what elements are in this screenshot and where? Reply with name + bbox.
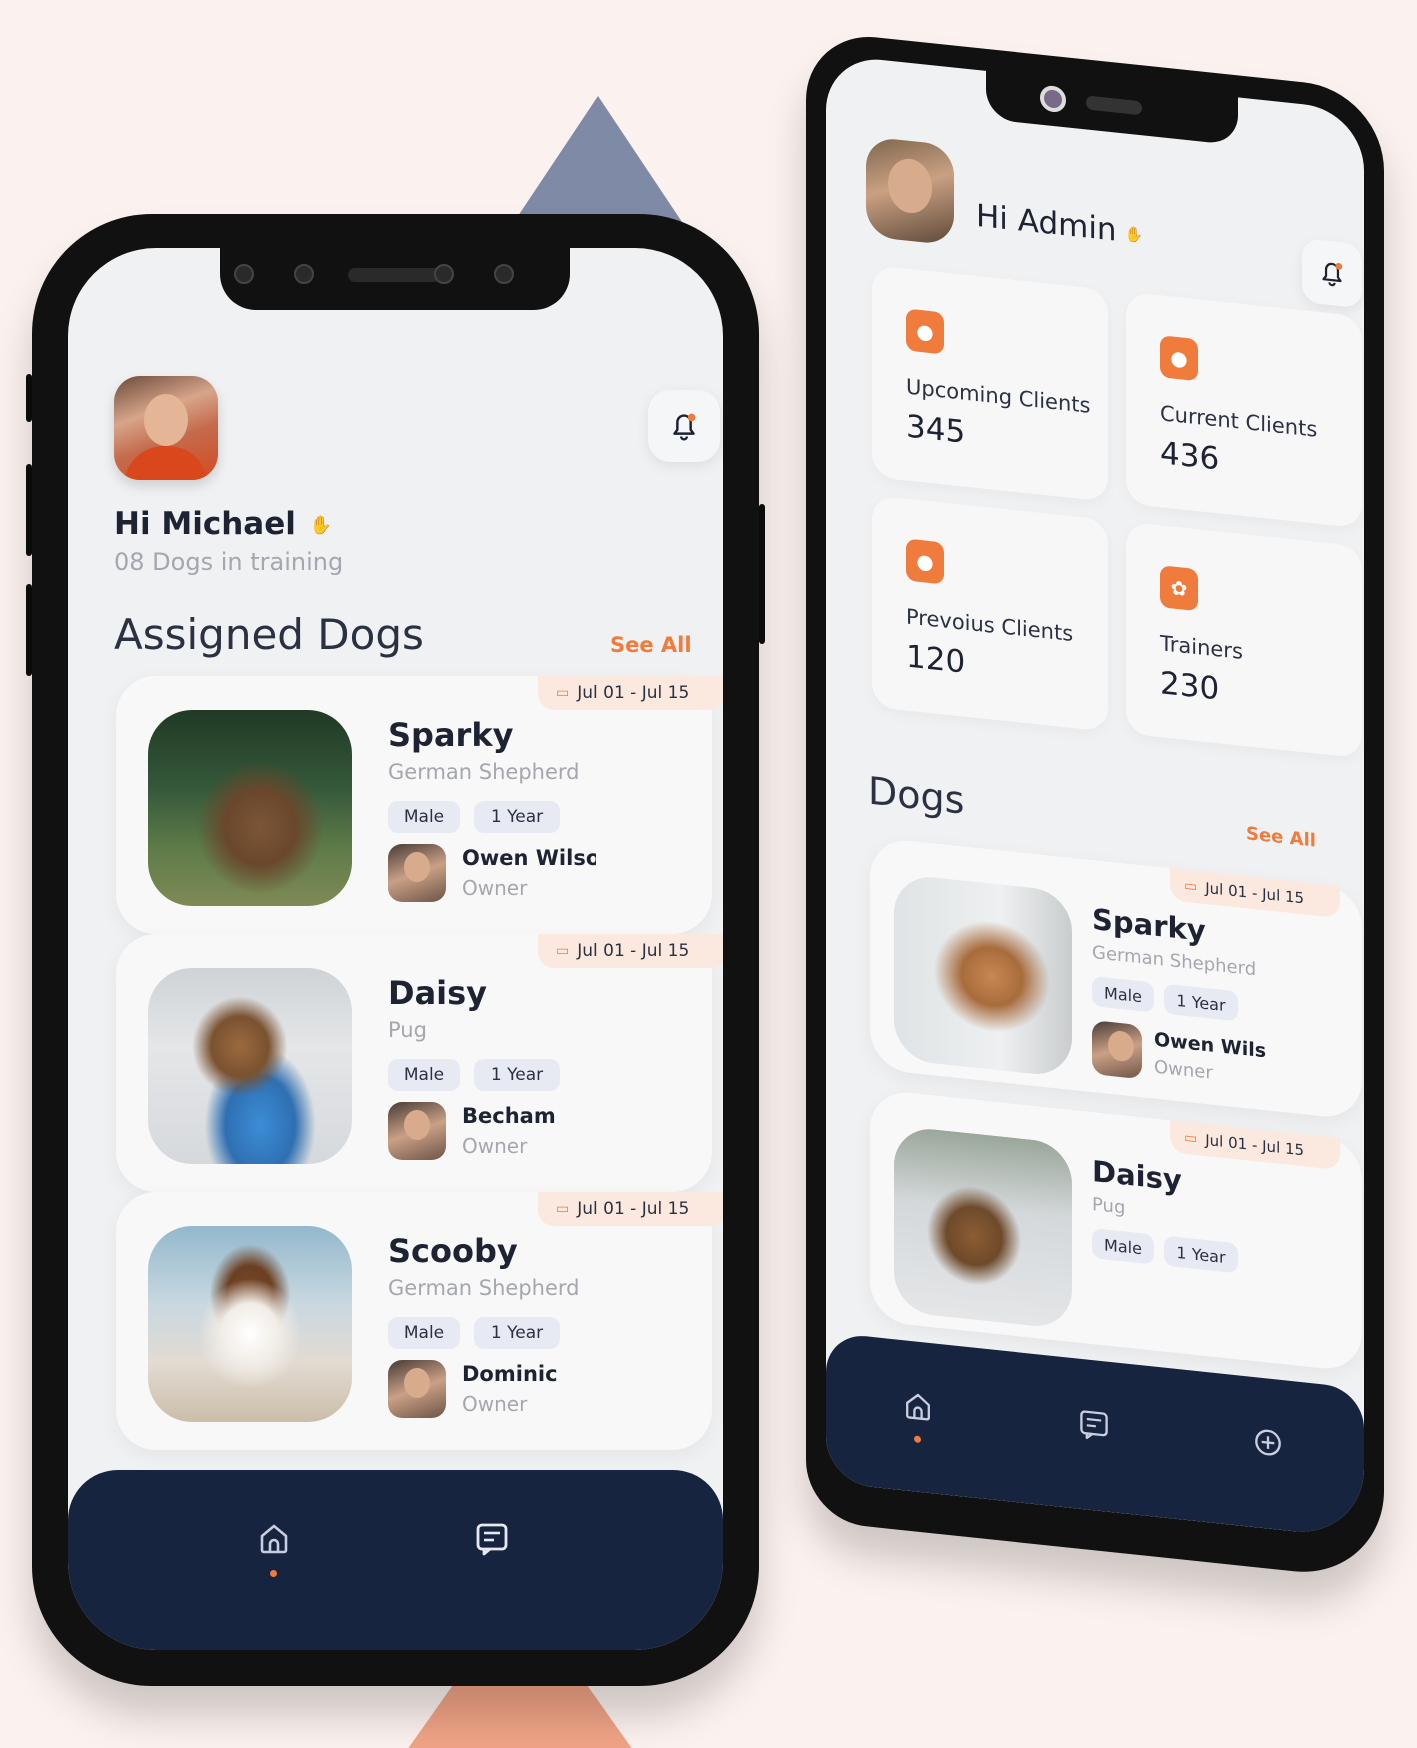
paw-icon: ✿ (1160, 565, 1198, 612)
dog-breed: German Shepherd (388, 760, 580, 784)
age-chip: 1 Year (1164, 1235, 1238, 1274)
gender-chip: Male (1092, 976, 1154, 1013)
side-button (26, 374, 32, 422)
stat-card-upcoming-clients[interactable]: ● Upcoming Clients 345 (872, 264, 1108, 502)
age-chip: 1 Year (474, 1059, 560, 1091)
stat-value: 345 (906, 408, 966, 451)
dog-photo (148, 968, 352, 1164)
avatar[interactable] (114, 376, 218, 480)
power-button (759, 504, 765, 644)
calendar-icon: ▭ (1184, 1129, 1198, 1148)
dog-photo (894, 873, 1072, 1078)
stat-label: Trainers (1160, 631, 1243, 664)
date-range-badge: ▭ Jul 01 - Jul 15 (538, 1192, 723, 1226)
dog-name: Daisy (388, 974, 488, 1012)
dog-card[interactable]: ▭ Jul 01 - Jul 15 Daisy Pug Male 1 Year (870, 1088, 1362, 1373)
stat-card-trainers[interactable]: ✿ Trainers 230 (1126, 521, 1362, 759)
owner-role: Owner (462, 876, 528, 900)
phone-notch (220, 244, 570, 310)
owner-role: Owner (462, 1134, 528, 1158)
side-button (26, 584, 32, 676)
owner-name: Owen Wilson (1154, 1028, 1266, 1063)
person-icon: ● (906, 538, 944, 585)
calendar-icon: ▭ (1184, 877, 1198, 896)
dogs-in-training-count: 08 Dogs in training (114, 548, 344, 576)
dog-name: Daisy (1092, 1154, 1182, 1198)
bottom-navigation (68, 1470, 723, 1650)
section-title: Dogs (868, 768, 965, 823)
active-indicator (270, 1570, 277, 1577)
notification-button[interactable] (1302, 238, 1362, 309)
dog-photo (148, 1226, 352, 1422)
wave-icon: ✋ (309, 515, 333, 536)
dog-card[interactable]: ▭ Jul 01 - Jul 15 Daisy Pug Male 1 Year B… (116, 934, 723, 1192)
section-title: Assigned Dogs (114, 610, 424, 659)
dog-card[interactable]: ▭ Jul 01 - Jul 15 Sparky German Shepherd … (870, 836, 1362, 1121)
dog-breed: German Shepherd (388, 1276, 580, 1300)
owner-role: Owner (462, 1392, 528, 1416)
home-icon[interactable] (254, 1518, 294, 1558)
dog-name: Scooby (388, 1232, 518, 1270)
dog-photo (148, 710, 352, 906)
owner-role: Owner (1154, 1056, 1213, 1084)
age-chip: 1 Year (1164, 983, 1238, 1022)
age-chip: 1 Year (474, 1317, 560, 1349)
stat-label: Current Clients (1160, 401, 1318, 442)
stat-value: 436 (1160, 435, 1220, 478)
greeting: Hi Admin ✋ (976, 197, 1144, 249)
date-range-badge: ▭ Jul 01 - Jul 15 (1170, 1120, 1340, 1171)
gender-chip: Male (1092, 1228, 1154, 1265)
phone-admin: Hi Admin ✋ ● Upcoming Clients 345 ● Curre… (806, 30, 1384, 1581)
dog-card[interactable]: ▭ Jul 01 - Jul 15 Sparky German Shepherd … (116, 676, 723, 934)
stat-value: 230 (1160, 665, 1220, 708)
dog-name: Sparky (388, 716, 514, 754)
see-all-link[interactable]: See All (1246, 823, 1316, 851)
bell-icon (673, 413, 696, 441)
stat-card-current-clients[interactable]: ● Current Clients 436 (1126, 291, 1362, 529)
phone-trainer: Hi Michael ✋ 08 Dogs in training Assigned… (26, 214, 765, 1686)
owner-name: Owen Wilson (462, 846, 596, 870)
date-range-badge: ▭ Jul 01 - Jul 15 (538, 934, 723, 968)
gender-chip: Male (388, 1317, 460, 1349)
stat-card-previous-clients[interactable]: ● Prevoius Clients 120 (872, 494, 1108, 732)
chat-icon[interactable] (1076, 1404, 1112, 1444)
owner-avatar (388, 1360, 446, 1418)
active-indicator (914, 1435, 921, 1444)
age-chip: 1 Year (474, 801, 560, 833)
greeting: Hi Michael ✋ (114, 506, 333, 542)
dog-breed: German Shepherd (1092, 942, 1257, 981)
trainer-screen: Hi Michael ✋ 08 Dogs in training Assigned… (68, 248, 723, 1650)
dog-photo (894, 1125, 1072, 1330)
calendar-icon: ▭ (556, 685, 570, 701)
dog-breed: Pug (1092, 1194, 1126, 1219)
bell-icon (1322, 262, 1343, 287)
owner-name: Becham (462, 1104, 556, 1128)
chat-icon[interactable] (472, 1518, 512, 1558)
owner-avatar (388, 844, 446, 902)
date-range-badge: ▭ Jul 01 - Jul 15 (1170, 868, 1340, 919)
stat-value: 120 (906, 638, 966, 681)
person-icon: ● (1160, 335, 1198, 382)
owner-avatar (388, 1102, 446, 1160)
date-range-badge: ▭ Jul 01 - Jul 15 (538, 676, 723, 710)
dog-card[interactable]: ▭ Jul 01 - Jul 15 Scooby German Shepherd … (116, 1192, 723, 1450)
person-icon: ● (906, 308, 944, 355)
avatar[interactable] (866, 136, 954, 246)
dog-breed: Pug (388, 1018, 427, 1042)
calendar-icon: ▭ (556, 1201, 570, 1217)
stat-label: Prevoius Clients (906, 604, 1074, 647)
home-icon[interactable] (900, 1386, 936, 1426)
notification-button[interactable] (648, 390, 720, 462)
dog-name: Sparky (1092, 902, 1206, 949)
side-button (26, 464, 32, 556)
calendar-icon: ▭ (556, 943, 570, 959)
owner-name: Dominic (462, 1362, 558, 1386)
add-circle-icon[interactable] (1250, 1423, 1286, 1463)
admin-screen: Hi Admin ✋ ● Upcoming Clients 345 ● Curre… (826, 54, 1364, 1539)
wave-icon: ✋ (1124, 223, 1144, 244)
gender-chip: Male (388, 801, 460, 833)
gender-chip: Male (388, 1059, 460, 1091)
owner-avatar (1092, 1020, 1142, 1080)
see-all-link[interactable]: See All (610, 633, 692, 657)
